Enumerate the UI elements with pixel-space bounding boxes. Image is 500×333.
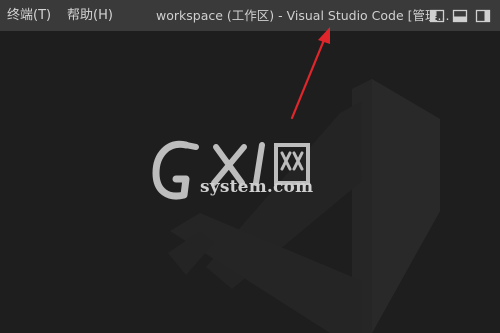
annotation-arrow <box>290 27 330 120</box>
vscode-window: 终端(T) 帮助(H) workspace (工作区) - Visual Stu… <box>0 0 500 333</box>
